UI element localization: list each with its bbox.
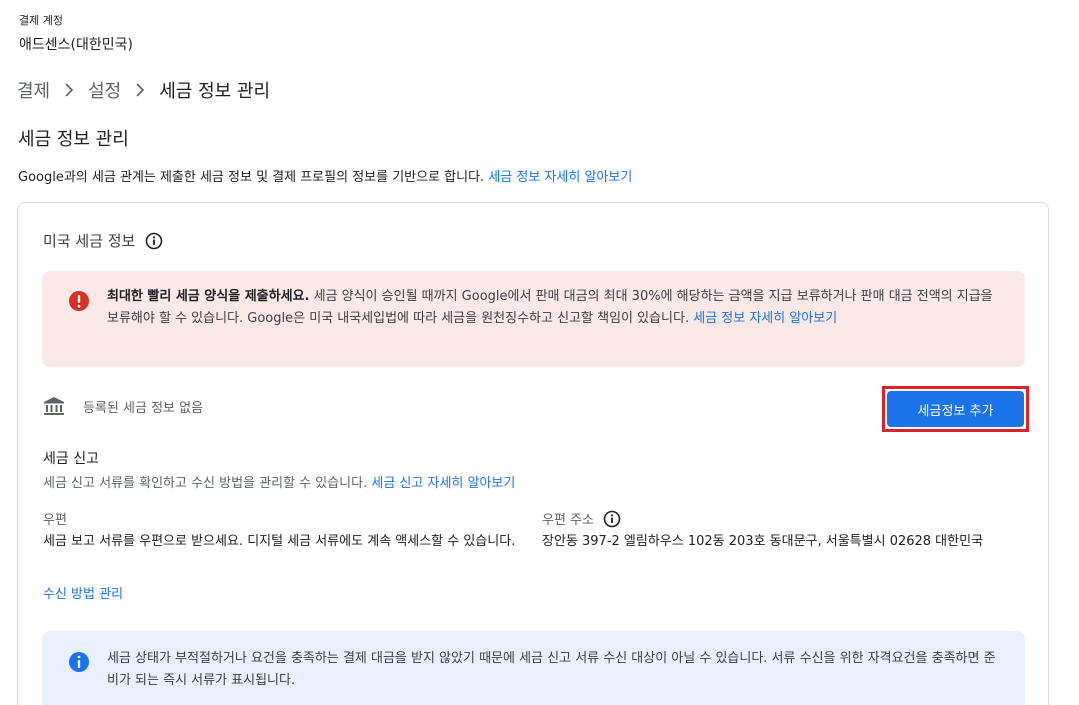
notice-text: 세금 상태가 부적절하거나 요건을 충족하는 결제 대금을 받지 않았기 때문에…	[107, 651, 996, 688]
address-label: 우편 주소	[542, 509, 1042, 528]
tax-warning-alert: 최대한 빨리 세금 양식을 제출하세요. 세금 양식이 승인될 때까지 Goog…	[42, 271, 1025, 367]
add-tax-info-button[interactable]: 세금정보 추가	[887, 391, 1024, 427]
tax-filing-learn-more-link[interactable]: 세금 신고 자세히 알아보기	[371, 476, 515, 491]
chevron-right-icon	[135, 82, 145, 98]
no-tax-info-text: 등록된 세금 정보 없음	[83, 400, 204, 416]
breadcrumb-settings[interactable]: 설정	[88, 77, 121, 103]
add-tax-info-highlight: 세금정보 추가	[882, 386, 1029, 432]
error-icon	[68, 290, 90, 316]
info-outline-icon[interactable]	[603, 510, 621, 528]
breadcrumb-billing[interactable]: 결제	[17, 77, 50, 103]
alert-bold-text: 최대한 빨리 세금 양식을 제출하세요.	[107, 289, 310, 304]
us-tax-title-text: 미국 세금 정보	[43, 232, 136, 250]
tax-filing-desc-text: 세금 신고 서류를 확인하고 수신 방법을 관리할 수 있습니다.	[43, 476, 372, 491]
tax-info-learn-more-link[interactable]: 세금 정보 자세히 알아보기	[488, 170, 632, 185]
us-tax-card: 미국 세금 정보 최대한 빨리 세금 양식을 제출하세요. 세금 양식이 승인될…	[17, 202, 1049, 705]
alert-learn-more-link[interactable]: 세금 정보 자세히 알아보기	[693, 311, 837, 326]
address-text: 장안동 397-2 엘림하우스 102동 203호 동대문구, 서울특별시 02…	[542, 534, 984, 549]
intro-text: Google과의 세금 관계는 제출한 세금 정보 및 결제 프로필의 정보를 …	[18, 166, 632, 185]
us-tax-title: 미국 세금 정보	[43, 230, 163, 251]
alert-text: 최대한 빨리 세금 양식을 제출하세요. 세금 양식이 승인될 때까지 Goog…	[107, 286, 997, 330]
info-outline-icon[interactable]	[145, 232, 163, 250]
page-title: 세금 정보 관리	[18, 129, 129, 150]
bank-icon	[43, 395, 65, 417]
intro-description: Google과의 세금 관계는 제출한 세금 정보 및 결제 프로필의 정보를 …	[18, 170, 489, 185]
breadcrumb: 결제 설정 세금 정보 관리	[17, 77, 270, 103]
mail-text: 세금 보고 서류를 우편으로 받으세요. 디지털 세금 서류에도 계속 액세스할…	[43, 534, 516, 549]
manage-delivery-link[interactable]: 수신 방법 관리	[43, 583, 123, 602]
no-tax-info-row: 등록된 세금 정보 없음	[43, 395, 203, 417]
account-name: 애드센스(대한민국)	[19, 37, 133, 53]
address-section: 우편 주소 장안동 397-2 엘림하우스 102동 203호 동대문구, 서울…	[542, 509, 1042, 552]
tax-filing-description: 세금 신고 서류를 확인하고 수신 방법을 관리할 수 있습니다. 세금 신고 …	[43, 472, 515, 491]
address-label-text: 우편 주소	[542, 513, 594, 528]
mail-section: 우편 세금 보고 서류를 우편으로 받으세요. 디지털 세금 서류에도 계속 액…	[43, 509, 528, 552]
info-filled-icon	[68, 651, 90, 677]
account-label: 결제 계정	[19, 14, 63, 27]
tax-filing-title: 세금 신고	[43, 451, 99, 467]
mail-label: 우편	[43, 513, 67, 528]
chevron-right-icon	[64, 82, 74, 98]
breadcrumb-current: 세금 정보 관리	[159, 81, 271, 102]
tax-document-notice: 세금 상태가 부적절하거나 요건을 충족하는 결제 대금을 받지 않았기 때문에…	[42, 631, 1025, 705]
